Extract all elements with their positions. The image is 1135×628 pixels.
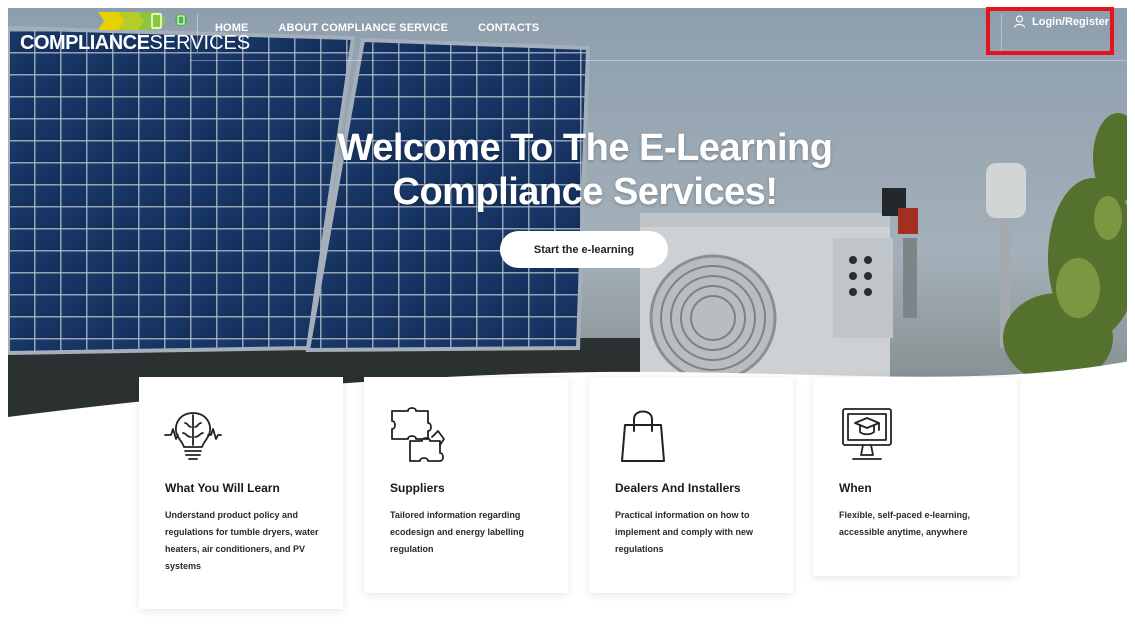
logo-text-bold: COMPLIANCE — [20, 32, 150, 54]
card-description: Flexible, self-paced e-learning, accessi… — [839, 510, 971, 537]
computer-graduation-icon — [842, 408, 892, 460]
top-navigation: COMPLIANCESERVICES HOME ABOUT COMPLIANCE… — [8, 8, 1135, 60]
card-title: Suppliers — [390, 481, 445, 495]
nav-divider — [197, 14, 198, 52]
card-title: What You Will Learn — [165, 481, 280, 495]
nav-item-home[interactable]: HOME — [215, 22, 248, 34]
logo-energy-icon — [98, 12, 187, 30]
card-description: Understand product policy and regulation… — [165, 510, 319, 571]
card-title: Dealers And Installers — [615, 481, 741, 495]
lightbulb-brain-icon — [164, 412, 222, 460]
start-elearning-button[interactable]: Start the e-learning — [500, 231, 668, 268]
logo[interactable]: COMPLIANCESERVICES — [20, 10, 250, 58]
nav-item-contacts[interactable]: CONTACTS — [478, 22, 539, 34]
hero-title: Welcome To The E-Learning Compliance Ser… — [280, 126, 890, 214]
logo-text-light: SERVICES — [149, 32, 251, 54]
card-description: Practical information on how to implemen… — [615, 510, 754, 554]
card-what-you-will-learn[interactable]: What You Will Learn Understand product p… — [139, 377, 343, 609]
search-icon[interactable] — [1125, 14, 1135, 32]
card-title: When — [839, 481, 872, 495]
card-when[interactable]: When Flexible, self-paced e-learning, ac… — [813, 377, 1017, 576]
card-description: Tailored information regarding ecodesign… — [390, 510, 525, 554]
nav-bottom-line — [190, 60, 1135, 61]
hero-title-line-2: Compliance Services! — [392, 171, 778, 213]
page: COMPLIANCESERVICES HOME ABOUT COMPLIANCE… — [0, 0, 1135, 628]
card-dealers-and-installers[interactable]: Dealers And Installers Practical informa… — [589, 377, 793, 593]
login-highlight-box — [986, 7, 1114, 55]
main-menu: HOME ABOUT COMPLIANCE SERVICE CONTACTS — [215, 22, 539, 34]
hero-title-line-1: Welcome To The E-Learning — [337, 127, 833, 169]
puzzle-icon — [391, 407, 445, 462]
shopping-bag-icon — [621, 410, 665, 462]
card-suppliers[interactable]: Suppliers Tailored information regarding… — [364, 377, 568, 593]
nav-item-about[interactable]: ABOUT COMPLIANCE SERVICE — [278, 22, 448, 34]
